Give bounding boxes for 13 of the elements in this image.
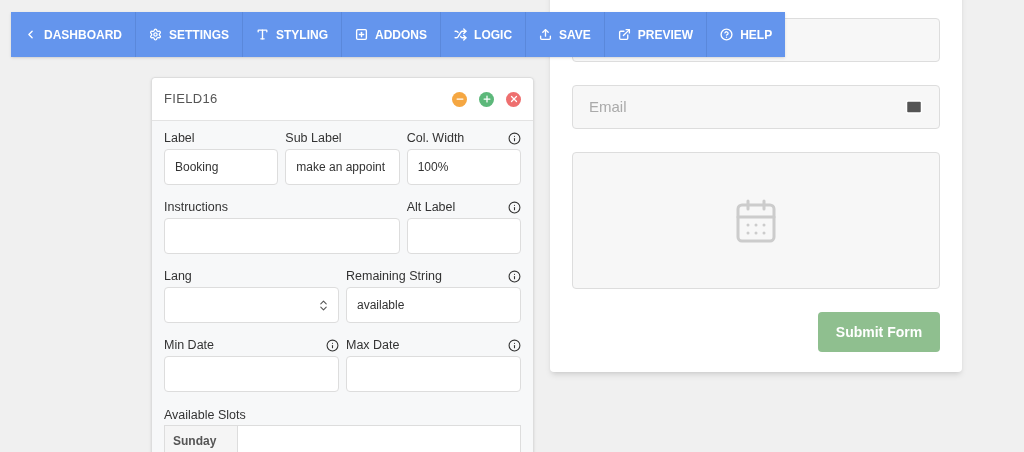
field-label: Sub Label — [285, 129, 342, 147]
field-label: Lang — [164, 267, 192, 285]
email-placeholder: Email — [589, 96, 627, 117]
field-label: Label — [164, 129, 195, 147]
field-label: Col. Width — [406, 129, 465, 147]
day-cell: Sunday — [165, 426, 238, 452]
panel-title: FIELD16 — [164, 90, 218, 109]
field-label: Min Date — [164, 336, 215, 354]
slots-label: Available Slots — [164, 407, 247, 422]
field-label: Instructions — [164, 198, 228, 216]
field-label: Remaining String — [346, 267, 442, 285]
field-label: Alt Label — [406, 198, 456, 216]
field-label: Max Date — [346, 336, 400, 354]
